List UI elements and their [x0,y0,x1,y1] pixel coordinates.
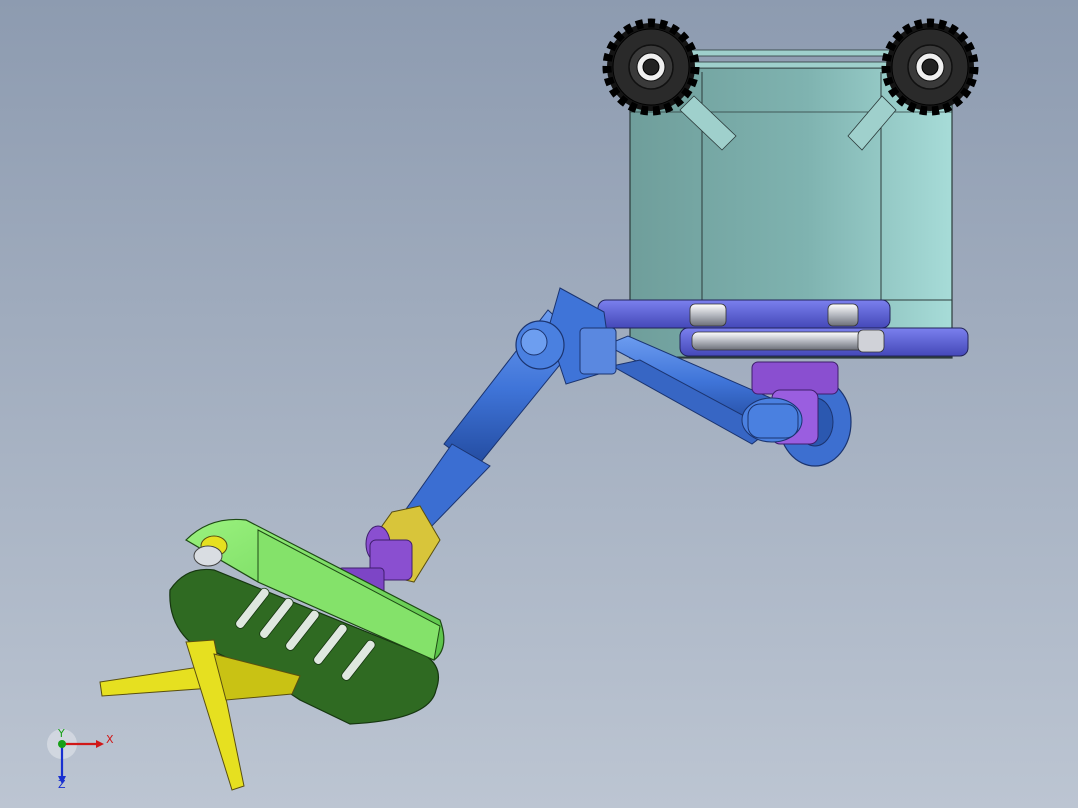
y-axis-label: Y [57,727,65,740]
x-axis-label: X [106,733,114,746]
sprocket-wheel-right[interactable] [881,18,979,116]
coordinate-triad: X Y Z [47,727,114,791]
sprocket-wheel-left[interactable] [602,18,700,116]
z-axis-label: Z [58,778,66,791]
robot-arm-model[interactable]: X Y Z [0,0,1078,808]
cad-viewport[interactable]: X Y Z [0,0,1078,808]
rear-pivot-assembly[interactable] [741,361,852,467]
boom-arm[interactable] [403,287,617,531]
